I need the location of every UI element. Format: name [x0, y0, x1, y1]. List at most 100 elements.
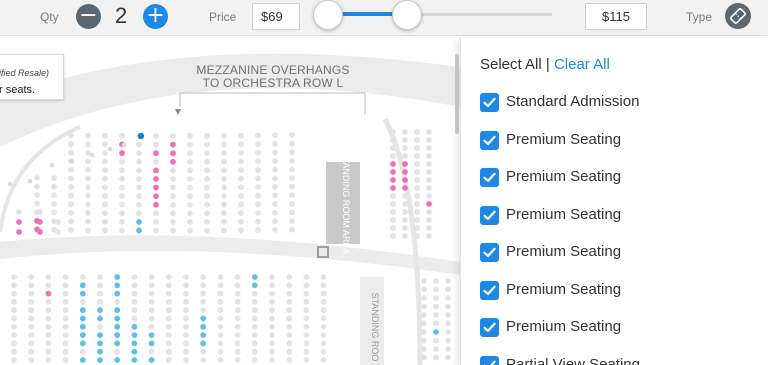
seat[interactable]: [234, 323, 241, 330]
seat[interactable]: [238, 132, 244, 139]
seat[interactable]: [251, 357, 258, 363]
seat[interactable]: [272, 218, 278, 225]
seat[interactable]: [204, 133, 210, 139]
seat[interactable]: [85, 227, 91, 234]
seat[interactable]: [119, 193, 125, 199]
seat[interactable]: [34, 192, 40, 198]
seat-map[interactable]: STANDING ROOM AREA STANDING ROO MEZZANIN…: [0, 37, 460, 365]
seat[interactable]: [426, 185, 432, 191]
seat[interactable]: [445, 329, 451, 335]
seat[interactable]: [153, 227, 159, 234]
seat[interactable]: [217, 274, 224, 280]
seat[interactable]: [238, 218, 244, 225]
seat[interactable]: [221, 175, 227, 182]
seat[interactable]: [97, 357, 103, 363]
seat[interactable]: [390, 225, 396, 231]
seat[interactable]: [68, 184, 74, 190]
seat[interactable]: [238, 201, 244, 208]
seat[interactable]: [28, 315, 35, 322]
seat[interactable]: [85, 218, 91, 225]
seat[interactable]: [303, 332, 310, 338]
seat[interactable]: [45, 299, 52, 305]
seat[interactable]: [200, 299, 207, 305]
seat[interactable]: [289, 218, 295, 224]
seat[interactable]: [426, 225, 432, 231]
seat[interactable]: [45, 348, 52, 355]
seat[interactable]: [255, 175, 261, 182]
seat[interactable]: [114, 307, 121, 314]
seat[interactable]: [148, 315, 155, 322]
seat[interactable]: [102, 167, 108, 174]
seat[interactable]: [170, 201, 176, 208]
seat[interactable]: [402, 225, 408, 231]
seat[interactable]: [234, 290, 241, 297]
price-max-field[interactable]: $115: [585, 3, 647, 30]
seat[interactable]: [221, 184, 227, 191]
seat[interactable]: [121, 142, 127, 148]
seat[interactable]: [255, 166, 261, 173]
seat[interactable]: [221, 218, 227, 225]
seat[interactable]: [238, 210, 244, 216]
seat[interactable]: [114, 274, 121, 280]
seat[interactable]: [114, 315, 121, 322]
seat[interactable]: [153, 210, 159, 217]
seat[interactable]: [153, 150, 159, 157]
seat[interactable]: [255, 218, 261, 225]
seat[interactable]: [119, 218, 125, 225]
seat[interactable]: [421, 312, 427, 318]
seat[interactable]: [402, 177, 408, 183]
seat[interactable]: [187, 167, 193, 174]
seat[interactable]: [119, 150, 125, 156]
seat[interactable]: [45, 340, 52, 347]
seat[interactable]: [165, 340, 172, 347]
seat[interactable]: [49, 162, 55, 168]
seat[interactable]: [251, 332, 258, 338]
seat[interactable]: [200, 307, 207, 314]
seat[interactable]: [433, 346, 439, 352]
seat[interactable]: [62, 340, 69, 347]
seat[interactable]: [68, 192, 74, 199]
seat[interactable]: [204, 227, 210, 234]
seat[interactable]: [170, 133, 176, 139]
seat[interactable]: [426, 145, 432, 151]
seat[interactable]: [402, 161, 408, 167]
seat[interactable]: [421, 346, 427, 352]
seat[interactable]: [234, 315, 241, 322]
seat[interactable]: [433, 295, 439, 301]
seat[interactable]: [85, 210, 91, 216]
seat[interactable]: [148, 323, 155, 330]
seat[interactable]: [421, 295, 427, 301]
seat[interactable]: [45, 315, 52, 322]
seat[interactable]: [136, 193, 142, 200]
seat[interactable]: [426, 233, 432, 239]
seat[interactable]: [97, 307, 103, 314]
seat[interactable]: [170, 176, 176, 182]
seat[interactable]: [289, 166, 295, 173]
select-all-link[interactable]: Select All: [480, 56, 542, 73]
seat[interactable]: [204, 193, 210, 200]
seat[interactable]: [269, 357, 275, 363]
seat[interactable]: [402, 209, 408, 215]
seat[interactable]: [421, 329, 427, 335]
seat[interactable]: [28, 357, 35, 363]
seat[interactable]: [390, 137, 396, 143]
seat[interactable]: [414, 177, 420, 183]
seat[interactable]: [79, 290, 86, 297]
seat[interactable]: [200, 282, 207, 289]
seat[interactable]: [238, 175, 244, 182]
seat[interactable]: [97, 282, 103, 289]
seat[interactable]: [303, 274, 310, 280]
seat[interactable]: [136, 210, 142, 217]
seat[interactable]: [272, 175, 278, 182]
seat[interactable]: [148, 348, 155, 355]
checkbox-checked-icon[interactable]: [480, 205, 499, 225]
seat[interactable]: [131, 340, 138, 347]
seat[interactable]: [62, 299, 69, 305]
seat[interactable]: [390, 193, 396, 199]
seat[interactable]: [114, 290, 121, 297]
seat[interactable]: [102, 227, 108, 234]
seat[interactable]: [251, 274, 258, 280]
seat[interactable]: [286, 307, 293, 314]
seat[interactable]: [414, 137, 420, 143]
seat[interactable]: [102, 141, 108, 148]
